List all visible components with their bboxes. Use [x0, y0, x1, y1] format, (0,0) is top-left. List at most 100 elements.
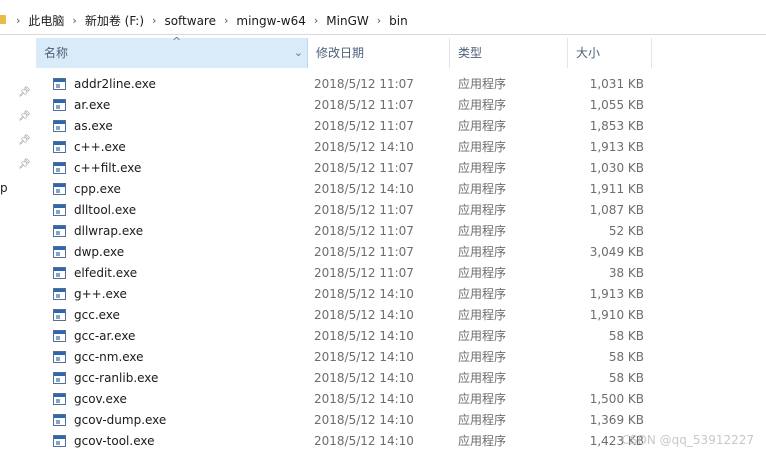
column-header-type[interactable]: 类型 — [450, 38, 568, 68]
breadcrumb: › 此电脑 › 新加卷 (F:) › software › mingw-w64 › MinGW › b… — [8, 12, 408, 29]
file-row[interactable]: gcov-dump.exe 2018/5/12 14:10 应用程序 1,369 KB — [36, 410, 766, 431]
file-name: gcov-dump.exe — [74, 413, 167, 427]
breadcrumb-separator-icon[interactable]: › — [369, 14, 389, 27]
file-size: 1,913 KB — [589, 140, 644, 154]
file-size: 58 KB — [608, 371, 644, 385]
pin-icon[interactable]: 📌︎ — [18, 111, 31, 123]
application-icon — [53, 204, 66, 216]
file-date: 2018/5/12 14:10 — [314, 350, 414, 364]
file-type: 应用程序 — [458, 371, 507, 385]
file-name: cpp.exe — [74, 182, 121, 196]
column-header-date[interactable]: 修改日期 — [308, 38, 450, 68]
application-icon — [53, 330, 66, 342]
file-type: 应用程序 — [458, 413, 507, 427]
file-size: 1,910 KB — [589, 308, 644, 322]
pin-icon[interactable]: 📌︎ — [18, 87, 31, 99]
file-name: dllwrap.exe — [74, 224, 144, 238]
breadcrumb-separator-icon[interactable]: › — [8, 14, 28, 27]
file-name: g++.exe — [74, 287, 127, 301]
file-date: 2018/5/12 11:07 — [314, 77, 414, 91]
navigation-pane: 📌︎ 📌︎ 📌︎ 📌︎ p — [0, 35, 36, 453]
file-date: 2018/5/12 14:10 — [314, 140, 414, 154]
file-row[interactable]: dlltool.exe 2018/5/12 11:07 应用程序 1,087 KB — [36, 200, 766, 221]
file-name: gcc-ranlib.exe — [74, 371, 159, 385]
file-name: dwp.exe — [74, 245, 125, 259]
file-date: 2018/5/12 11:07 — [314, 245, 414, 259]
file-size: 1,087 KB — [589, 203, 644, 217]
pin-icon[interactable]: 📌︎ — [18, 135, 31, 147]
file-row[interactable]: addr2line.exe 2018/5/12 11:07 应用程序 1,031 KB — [36, 74, 766, 95]
breadcrumb-item[interactable]: bin — [389, 14, 408, 28]
application-icon — [53, 393, 66, 405]
file-date: 2018/5/12 14:10 — [314, 287, 414, 301]
file-type: 应用程序 — [458, 98, 507, 112]
file-row[interactable]: ar.exe 2018/5/12 11:07 应用程序 1,055 KB — [36, 95, 766, 116]
file-size: 52 KB — [608, 224, 644, 238]
application-icon — [53, 141, 66, 153]
file-type: 应用程序 — [458, 350, 507, 364]
file-date: 2018/5/12 11:07 — [314, 161, 414, 175]
application-icon — [53, 267, 66, 279]
file-row[interactable]: g++.exe 2018/5/12 14:10 应用程序 1,913 KB — [36, 284, 766, 305]
file-size: 1,913 KB — [589, 287, 644, 301]
application-icon — [53, 225, 66, 237]
file-row[interactable]: gcov.exe 2018/5/12 14:10 应用程序 1,500 KB — [36, 389, 766, 410]
file-size: 38 KB — [608, 266, 644, 280]
file-row[interactable]: gcc.exe 2018/5/12 14:10 应用程序 1,910 KB — [36, 305, 766, 326]
file-name: addr2line.exe — [74, 77, 156, 91]
file-row[interactable]: elfedit.exe 2018/5/12 11:07 应用程序 38 KB — [36, 263, 766, 284]
breadcrumb-separator-icon[interactable]: › — [216, 14, 236, 27]
file-name: ar.exe — [74, 98, 111, 112]
file-date: 2018/5/12 14:10 — [314, 182, 414, 196]
file-type: 应用程序 — [458, 161, 507, 175]
file-size: 1,369 KB — [589, 413, 644, 427]
column-header-date-label: 修改日期 — [316, 46, 365, 60]
file-type: 应用程序 — [458, 434, 507, 448]
file-type: 应用程序 — [458, 140, 507, 154]
file-row[interactable]: gcc-ar.exe 2018/5/12 14:10 应用程序 58 KB — [36, 326, 766, 347]
breadcrumb-item[interactable]: 新加卷 (F:) — [85, 12, 144, 29]
breadcrumb-separator-icon[interactable]: › — [64, 14, 84, 27]
column-header-row: ^ 名称 ⌄ 修改日期 类型 大小 — [36, 35, 766, 68]
breadcrumb-separator-icon[interactable]: › — [144, 14, 164, 27]
sort-ascending-icon: ^ — [172, 35, 182, 48]
column-header-size-label: 大小 — [576, 46, 601, 60]
application-icon — [53, 99, 66, 111]
file-row[interactable]: gcc-ranlib.exe 2018/5/12 14:10 应用程序 58 KB — [36, 368, 766, 389]
address-bar[interactable]: › 此电脑 › 新加卷 (F:) › software › mingw-w64 › MinGW › b… — [0, 0, 766, 35]
file-row[interactable]: dllwrap.exe 2018/5/12 11:07 应用程序 52 KB — [36, 221, 766, 242]
file-row[interactable]: c++filt.exe 2018/5/12 11:07 应用程序 1,030 KB — [36, 158, 766, 179]
file-list: addr2line.exe 2018/5/12 11:07 应用程序 1,031 KB… — [36, 74, 766, 452]
breadcrumb-separator-icon[interactable]: › — [306, 14, 326, 27]
file-date: 2018/5/12 14:10 — [314, 392, 414, 406]
file-name: c++filt.exe — [74, 161, 142, 175]
file-type: 应用程序 — [458, 224, 507, 238]
file-row[interactable]: cpp.exe 2018/5/12 14:10 应用程序 1,911 KB — [36, 179, 766, 200]
file-type: 应用程序 — [458, 182, 507, 196]
application-icon — [53, 120, 66, 132]
breadcrumb-item[interactable]: 此电脑 — [28, 12, 64, 29]
pin-icon[interactable]: 📌︎ — [18, 159, 31, 171]
file-name: gcov.exe — [74, 392, 127, 406]
breadcrumb-item[interactable]: software — [164, 14, 216, 28]
application-icon — [53, 162, 66, 174]
application-icon — [53, 246, 66, 258]
file-name: gcov-tool.exe — [74, 434, 155, 448]
file-row[interactable]: c++.exe 2018/5/12 14:10 应用程序 1,913 KB — [36, 137, 766, 158]
breadcrumb-item[interactable]: MinGW — [326, 14, 368, 28]
file-name: gcc.exe — [74, 308, 120, 322]
file-size: 1,911 KB — [589, 182, 644, 196]
chevron-down-icon[interactable]: ⌄ — [294, 38, 303, 68]
application-icon — [53, 78, 66, 90]
file-row[interactable]: as.exe 2018/5/12 11:07 应用程序 1,853 KB — [36, 116, 766, 137]
column-header-name[interactable]: ^ 名称 ⌄ — [36, 35, 308, 68]
file-date: 2018/5/12 14:10 — [314, 371, 414, 385]
file-row[interactable]: gcc-nm.exe 2018/5/12 14:10 应用程序 58 KB — [36, 347, 766, 368]
file-size: 1,500 KB — [589, 392, 644, 406]
breadcrumb-item[interactable]: mingw-w64 — [236, 14, 305, 28]
file-type: 应用程序 — [458, 77, 507, 91]
nav-item-fragment[interactable]: p — [0, 181, 8, 195]
file-type: 应用程序 — [458, 392, 507, 406]
column-header-size[interactable]: 大小 — [568, 38, 652, 68]
file-row[interactable]: dwp.exe 2018/5/12 11:07 应用程序 3,049 KB — [36, 242, 766, 263]
